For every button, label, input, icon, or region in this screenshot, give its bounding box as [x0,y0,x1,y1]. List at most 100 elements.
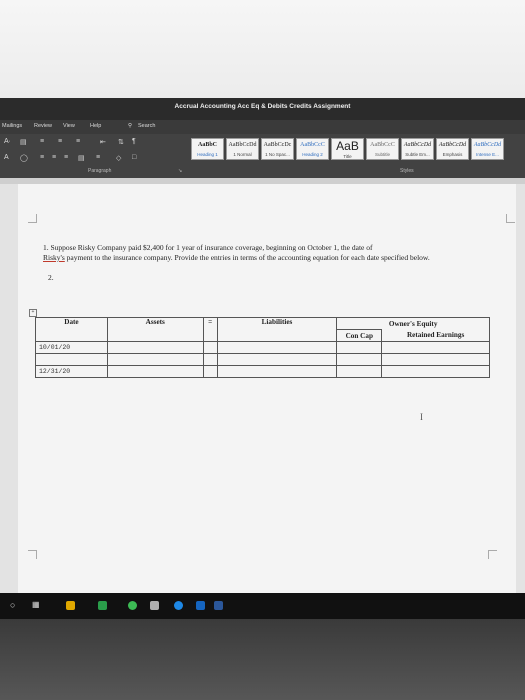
paragraph-group-label: Paragraph [88,168,112,174]
window-title: Accrual Accounting Acc Eq & Debits Credi… [174,103,351,110]
liabilities-cell[interactable] [216,341,338,354]
liabilities-header: Liabilities [216,317,338,342]
tab-view[interactable]: View [63,123,75,129]
margin-mark-top-right [506,214,515,223]
highlight-icon[interactable]: ▤ [20,138,27,146]
search-circle-icon[interactable]: ○ [10,600,15,610]
risky-word: Risky's [43,253,65,262]
margin-mark-top-left [28,214,37,223]
table-row: 12/31/20 [35,365,490,378]
align-right-icon[interactable]: ≡ [64,154,68,161]
con-cap-cell[interactable] [336,353,383,366]
question-1: 1. Suppose Risky Company paid $2,400 for… [43,243,433,263]
date-header: Date [35,317,108,342]
retained-earnings-cell[interactable] [381,353,490,366]
style-heading1[interactable]: AaBbC Heading 1 [191,138,224,160]
tab-help[interactable]: Help [90,123,101,129]
retained-earnings-header: Retained Earnings [381,329,490,342]
style-title[interactable]: AaB Title [331,138,364,160]
equals-cell[interactable] [202,353,218,366]
tab-mailings[interactable]: Mailings [2,123,22,129]
table-row [35,353,490,366]
style-sample: AaBbCcDd [228,142,257,148]
style-sample: AaBbCcDd [473,142,502,148]
multilevel-list-icon[interactable]: ≡ [76,138,80,145]
style-name: 1 Normal [233,152,252,157]
numbering-icon[interactable]: ≡ [58,138,62,145]
word-icon[interactable] [214,601,223,610]
outlook-icon[interactable] [196,601,205,610]
search-tab[interactable]: Search [138,123,155,129]
equals-cell[interactable] [202,341,218,354]
owners-equity-header: Owner's Equity [336,317,490,330]
margin-mark-bottom-right [488,550,497,559]
style-sample: AaBbCcC [370,142,395,148]
bullets-icon[interactable]: ≡ [40,138,44,145]
con-cap-cell[interactable] [336,341,383,354]
table-row: 10/01/20 [35,341,490,354]
line-spacing-icon[interactable]: ≡ [96,154,100,161]
question-1-text: 1. Suppose Risky Company paid $2,400 for… [43,243,373,252]
style-name: Intense E... [476,152,499,157]
assets-cell[interactable] [106,365,204,378]
excel-icon[interactable] [98,601,107,610]
paragraph-launcher-icon[interactable]: ↘ [178,168,182,174]
text-cursor: I [420,412,423,422]
table-move-handle[interactable]: + [29,309,37,317]
pilcrow-icon[interactable]: ¶ [132,138,136,145]
font-color-icon[interactable]: A∙ [4,138,11,145]
style-emphasis[interactable]: AaBbCcDd Emphasis [436,138,469,160]
question-1-text-rest: payment to the insurance company. Provid… [64,253,430,262]
liabilities-cell[interactable] [216,353,338,366]
edge-icon[interactable] [174,601,183,610]
file-explorer-icon[interactable] [66,601,75,610]
borders-icon[interactable]: □ [132,154,136,161]
text-effects-icon[interactable]: A [4,154,9,161]
chrome-icon[interactable] [128,601,137,610]
photo-background-top [0,0,525,98]
sort-icon[interactable]: ⇅ [118,138,124,146]
style-name: Title [343,154,352,159]
style-normal[interactable]: AaBbCcDd 1 Normal [226,138,259,160]
style-sample: AaBbCcDd [403,142,432,148]
con-cap-header: Con Cap [336,329,383,342]
store-icon[interactable] [150,601,159,610]
style-sample: AaBbCcDc [263,142,292,148]
photo-background-bottom [0,619,525,700]
date-cell[interactable]: 12/31/20 [35,365,108,378]
style-sample: AaBbCcC [300,142,325,148]
style-subtle-emphasis[interactable]: AaBbCcDd Subtle Em... [401,138,434,160]
assets-cell[interactable] [106,353,204,366]
style-no-spacing[interactable]: AaBbCcDc 1 No Spac... [261,138,294,160]
task-view-icon[interactable]: ▦ [32,600,40,609]
assets-cell[interactable] [106,341,204,354]
shading-icon[interactable]: ◇ [116,154,121,162]
tab-review[interactable]: Review [34,123,52,129]
style-sample: AaBbC [197,142,217,148]
search-icon[interactable]: ⚲ [128,123,132,129]
date-cell[interactable] [35,353,108,366]
style-sample: AaB [336,139,359,153]
assets-header: Assets [106,317,204,342]
style-intense-emphasis[interactable]: AaBbCcDd Intense E... [471,138,504,160]
style-heading2[interactable]: AaBbCcC Heading 2 [296,138,329,160]
con-cap-cell[interactable] [336,365,383,378]
equals-header: = [202,317,218,342]
retained-earnings-cell[interactable] [381,341,490,354]
styles-group-label: Styles [400,168,414,174]
equals-cell[interactable] [202,365,218,378]
style-subtitle[interactable]: AaBbCcC Subtitle [366,138,399,160]
align-center-icon[interactable]: ≡ [52,154,56,161]
clear-format-icon[interactable]: ◯ [20,154,28,162]
indent-icon[interactable]: ⇤ [100,138,106,146]
style-name: 1 No Spac... [265,152,290,157]
date-cell[interactable]: 10/01/20 [35,341,108,354]
accounting-equation-table[interactable]: Date Assets = Liabilities Owner's Equity… [35,317,490,378]
style-name: Heading 2 [302,152,323,157]
justify-icon[interactable]: ▤ [78,154,85,162]
align-left-icon[interactable]: ≡ [40,154,44,161]
liabilities-cell[interactable] [216,365,338,378]
retained-earnings-cell[interactable] [381,365,490,378]
ribbon: A∙ ▤ ≡ ≡ ≡ ⇤ ⇅ ¶ A ◯ ≡ ≡ ≡ ▤ ≡ ◇ □ Parag… [0,134,525,178]
title-bar: Accrual Accounting Acc Eq & Debits Credi… [0,98,525,120]
